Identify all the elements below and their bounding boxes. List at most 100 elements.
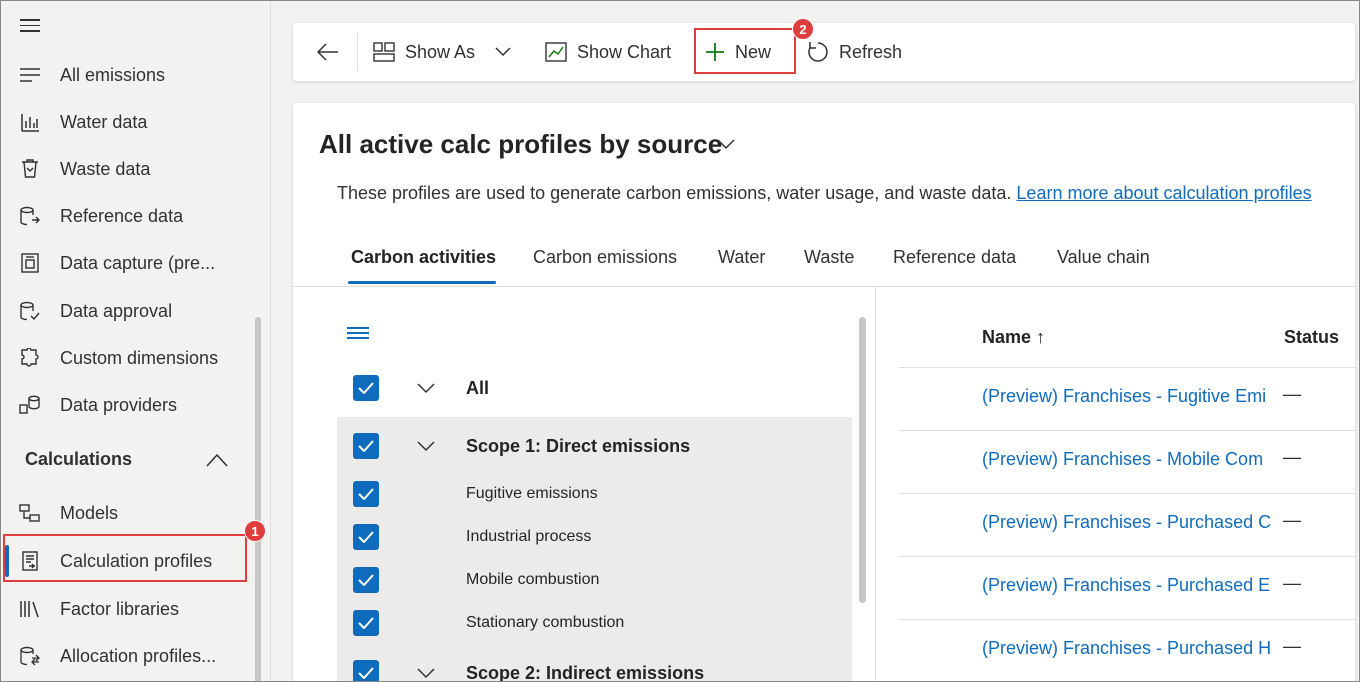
checkbox-scope1[interactable] [353, 433, 379, 459]
table-row[interactable]: (Preview) Franchises - Fugitive Emi — [899, 367, 1355, 430]
sidebar-item-label: Water data [60, 111, 148, 132]
puzzle-icon [19, 347, 41, 369]
sidebar-item-data-capture[interactable]: Data capture (pre... [1, 241, 263, 285]
column-header-status[interactable]: Status [1284, 327, 1339, 348]
refresh-button[interactable]: Refresh [807, 23, 902, 81]
checkbox-industrial-process[interactable] [353, 524, 379, 550]
status-value: — [1283, 636, 1301, 656]
data-providers-icon [19, 394, 41, 416]
profile-name-link[interactable]: (Preview) Franchises - Mobile Com [982, 449, 1272, 470]
checkbox-scope2[interactable] [353, 660, 379, 681]
profile-name-link[interactable]: (Preview) Franchises - Fugitive Emi [982, 386, 1272, 407]
checkbox-all[interactable] [353, 375, 379, 401]
back-button[interactable] [317, 23, 339, 81]
tree-row-scope1[interactable]: Scope 1: Direct emissions [293, 427, 853, 467]
sidebar-item-allocation-profiles[interactable]: Allocation profiles... [1, 634, 263, 678]
sidebar-item-label: Data providers [60, 394, 178, 415]
checkmark-icon [358, 617, 374, 629]
checkmark-icon [358, 667, 374, 679]
tree-label: Scope 2: Indirect emissions [466, 663, 705, 682]
sidebar-item-custom-dimensions[interactable]: Custom dimensions [1, 336, 263, 380]
highlight-box-calculation-profiles [3, 534, 247, 582]
show-as-button[interactable]: Show As [373, 23, 511, 81]
table-row[interactable]: (Preview) Franchises - Purchased C — [899, 493, 1355, 556]
profile-name-link[interactable]: (Preview) Franchises - Purchased E [982, 575, 1272, 596]
sidebar-item-all-emissions[interactable]: All emissions [1, 53, 263, 97]
models-icon [19, 502, 41, 524]
library-icon [19, 598, 41, 620]
sidebar-item-label: Models [60, 502, 119, 523]
profiles-grid: Name ↑ Status (Preview) Franchises - Fug… [877, 287, 1355, 681]
hamburger-menu-icon[interactable] [20, 19, 42, 37]
view-title[interactable]: All active calc profiles by source [319, 129, 722, 160]
show-chart-button[interactable]: Show Chart [545, 23, 671, 81]
show-as-label: Show As [405, 41, 476, 62]
sidebar-item-label: All emissions [60, 64, 166, 85]
tree-row-scope2[interactable]: Scope 2: Indirect emissions [293, 654, 853, 682]
sidebar-item-label: Data approval [60, 300, 173, 321]
tree-row-mobile-combustion[interactable]: Mobile combustion [293, 561, 853, 601]
list-icon [19, 64, 41, 86]
tree-label: Mobile combustion [466, 571, 600, 588]
sidebar-item-factor-libraries[interactable]: Factor libraries [1, 587, 263, 631]
tree-label: Industrial process [466, 528, 592, 545]
checkbox-stationary-combustion[interactable] [353, 610, 379, 636]
status-value: — [1283, 384, 1301, 404]
sidebar-item-data-approval[interactable]: Data approval [1, 289, 263, 333]
sidebar-scrollbar[interactable] [255, 317, 261, 681]
chevron-down-icon[interactable] [417, 383, 435, 395]
sidebar-item-waste-data[interactable]: Waste data [1, 147, 263, 191]
tree-row-stationary-combustion[interactable]: Stationary combustion [293, 604, 853, 644]
sidebar-item-label: Data capture (pre... [60, 252, 216, 273]
tree-label: Scope 1: Direct emissions [466, 436, 691, 456]
table-row[interactable]: (Preview) Franchises - Purchased H — [899, 619, 1355, 681]
tree-row-industrial-process[interactable]: Industrial process [293, 518, 853, 558]
tree-label: Fugitive emissions [466, 485, 598, 502]
checkmark-icon [358, 382, 374, 394]
table-row[interactable]: (Preview) Franchises - Mobile Com — [899, 430, 1355, 493]
checkbox-mobile-combustion[interactable] [353, 567, 379, 593]
profile-name-link[interactable]: (Preview) Franchises - Purchased C [982, 512, 1272, 533]
sidebar-item-water-data[interactable]: Water data [1, 100, 263, 144]
waste-bin-icon [19, 158, 41, 180]
reference-data-icon [19, 205, 41, 227]
status-value: — [1283, 510, 1301, 530]
column-header-name[interactable]: Name ↑ [982, 327, 1045, 348]
callout-badge-1: 1 [244, 520, 266, 542]
checkmark-icon [358, 531, 374, 543]
sidebar-item-label: Custom dimensions [60, 347, 219, 368]
status-value: — [1283, 447, 1301, 467]
chart-icon [545, 42, 567, 62]
tree-row-fugitive-emissions[interactable]: Fugitive emissions [293, 475, 853, 515]
checkbox-fugitive-emissions[interactable] [353, 481, 379, 507]
allocation-icon [19, 645, 41, 667]
checkmark-icon [358, 488, 374, 500]
chevron-down-icon [495, 47, 511, 57]
chevron-down-icon[interactable] [417, 441, 435, 453]
tree-scrollbar[interactable] [859, 317, 866, 603]
sidebar-item-reference-data[interactable]: Reference data [1, 194, 263, 238]
tree-label: All [466, 378, 490, 398]
divider [357, 33, 358, 71]
chevron-up-icon[interactable] [206, 453, 228, 467]
learn-more-link[interactable]: Learn more about calculation profiles [1016, 183, 1311, 203]
checkmark-icon [358, 574, 374, 586]
main-content: All active calc profiles by source These… [293, 103, 1355, 682]
sidebar-item-models[interactable]: Models [1, 491, 263, 535]
sidebar-item-data-providers[interactable]: Data providers [1, 383, 263, 427]
view-description: These profiles are used to generate carb… [337, 183, 1312, 204]
view-selector-chevron-icon[interactable] [717, 139, 735, 151]
tree-label: Stationary combustion [466, 614, 625, 631]
chevron-down-icon[interactable] [417, 668, 435, 680]
refresh-icon [808, 42, 828, 62]
refresh-label: Refresh [839, 41, 903, 62]
sidebar-item-label: Reference data [60, 205, 184, 226]
profile-name-link[interactable]: (Preview) Franchises - Purchased H [982, 638, 1272, 659]
table-row[interactable]: (Preview) Franchises - Purchased E — [899, 556, 1355, 619]
tree-row-all[interactable]: All [293, 369, 853, 409]
callout-badge-2: 2 [792, 18, 814, 40]
tree-menu-icon[interactable] [347, 327, 369, 341]
sidebar-item-label: Waste data [60, 158, 151, 179]
section-header-calculations[interactable]: Calculations [25, 449, 132, 470]
arrow-left-icon [317, 43, 338, 61]
